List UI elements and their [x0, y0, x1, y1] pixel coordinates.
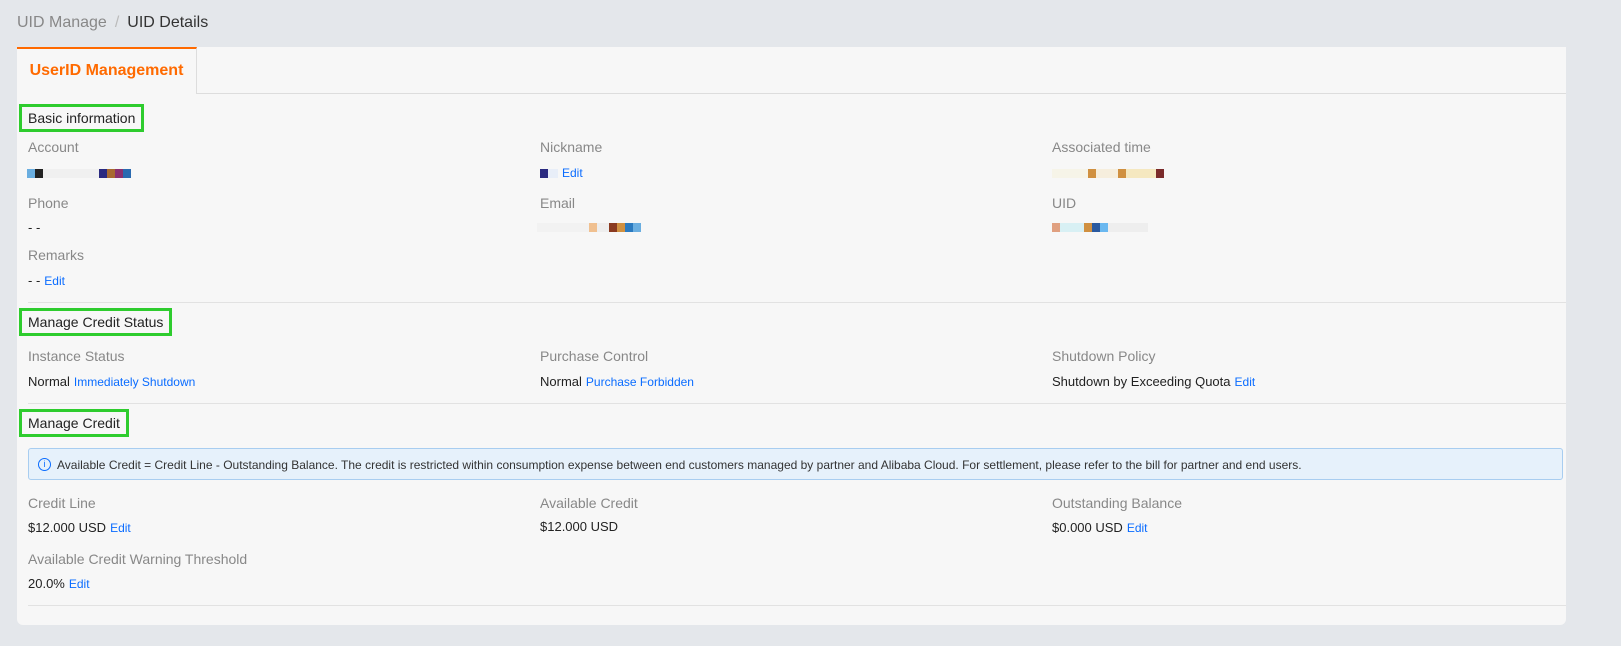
purchase-control-text: Normal	[540, 374, 582, 389]
remarks-label: Remarks	[28, 247, 85, 263]
account-label: Account	[28, 139, 79, 155]
section-manage-credit: Manage Credit	[19, 409, 129, 437]
credit-line-value: $12.000 USD Edit	[28, 520, 131, 535]
phone-value: - -	[28, 220, 41, 235]
remarks-text: - -	[28, 273, 41, 288]
section-manage-credit-status: Manage Credit Status	[19, 308, 173, 336]
shutdown-policy-edit-link[interactable]: Edit	[1235, 375, 1256, 389]
nickname-value: Edit	[540, 165, 583, 180]
divider	[28, 605, 1566, 606]
instance-status-text: Normal	[28, 374, 70, 389]
credit-line-edit-link[interactable]: Edit	[110, 521, 131, 535]
purchase-control-value: Normal Purchase Forbidden	[540, 374, 694, 389]
outstanding-balance-label: Outstanding Balance	[1052, 495, 1182, 511]
available-credit-value: $12.000 USD	[540, 519, 619, 534]
credit-line-label: Credit Line	[28, 495, 96, 511]
credit-info-notice: i Available Credit = Credit Line - Outst…	[28, 448, 1563, 480]
nickname-label: Nickname	[540, 139, 603, 155]
instance-status-value: Normal Immediately Shutdown	[28, 374, 195, 389]
uid-label: UID	[1052, 195, 1077, 211]
breadcrumb-current: UID Details	[127, 14, 209, 31]
account-value-masked	[27, 165, 131, 180]
shutdown-policy-label: Shutdown Policy	[1052, 348, 1156, 364]
warning-threshold-edit-link[interactable]: Edit	[69, 577, 90, 591]
email-label: Email	[540, 195, 576, 211]
divider	[28, 403, 1566, 404]
remarks-value: - - Edit	[28, 273, 65, 288]
remarks-edit-link[interactable]: Edit	[44, 274, 65, 288]
immediately-shutdown-link[interactable]: Immediately Shutdown	[74, 375, 195, 389]
warning-threshold-value: 20.0% Edit	[28, 576, 90, 591]
breadcrumb-uid-manage[interactable]: UID Manage	[17, 14, 107, 31]
breadcrumb: UID Manage / UID Details	[17, 14, 208, 32]
available-credit-label: Available Credit	[540, 495, 638, 511]
tab-userid-management[interactable]: UserID Management	[17, 47, 197, 94]
outstanding-balance-text: $0.000 USD	[1052, 520, 1123, 535]
credit-notice-text: Available Credit = Credit Line - Outstan…	[57, 458, 1302, 472]
details-card: UserID Management Basic information Acco…	[17, 47, 1566, 625]
phone-label: Phone	[28, 195, 69, 211]
credit-line-text: $12.000 USD	[28, 520, 107, 535]
purchase-control-label: Purchase Control	[540, 348, 649, 364]
warning-threshold-text: 20.0%	[28, 576, 65, 591]
info-icon: i	[38, 458, 51, 471]
associated-time-value-masked	[1052, 165, 1164, 180]
section-basic-information: Basic information	[19, 104, 145, 132]
warning-threshold-label: Available Credit Warning Threshold	[28, 551, 248, 567]
divider	[28, 302, 1566, 303]
breadcrumb-separator: /	[114, 14, 120, 31]
outstanding-balance-value: $0.000 USD Edit	[1052, 520, 1148, 535]
outstanding-balance-edit-link[interactable]: Edit	[1127, 521, 1148, 535]
associated-time-label: Associated time	[1052, 139, 1151, 155]
nickname-edit-link[interactable]: Edit	[562, 166, 583, 180]
purchase-forbidden-link[interactable]: Purchase Forbidden	[586, 375, 694, 389]
instance-status-label: Instance Status	[28, 348, 125, 364]
uid-value-masked	[1052, 219, 1148, 234]
tab-bar: UserID Management	[17, 47, 1566, 94]
shutdown-policy-value: Shutdown by Exceeding Quota Edit	[1052, 374, 1255, 389]
shutdown-policy-text: Shutdown by Exceeding Quota	[1052, 374, 1231, 389]
email-value-masked	[537, 219, 641, 234]
